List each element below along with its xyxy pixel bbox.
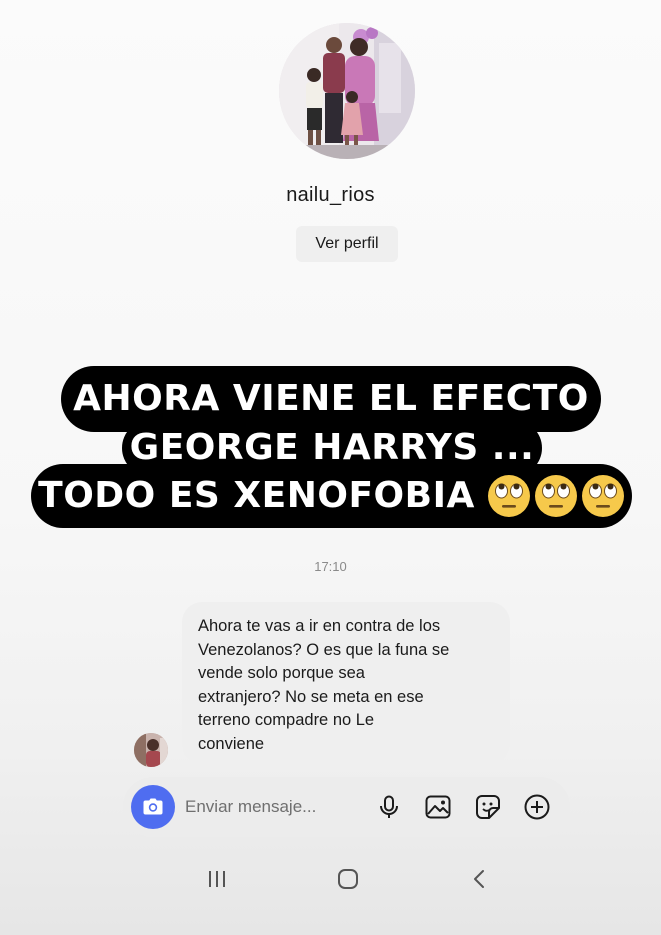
caption-text-1: AHORA VIENE EL EFECTO xyxy=(73,378,589,419)
caption-text-3: TODO ES XENOFOBIA xyxy=(38,475,475,516)
rolling-eyes-emoji-icon xyxy=(581,474,625,518)
message-line: extranjero? No se meta en ese xyxy=(198,687,424,706)
profile-avatar[interactable] xyxy=(279,23,415,159)
profile-username: nailu_rios xyxy=(286,184,375,206)
dm-thread-screen: nailu_rios Ver perfil AHORA VIENE EL EFE… xyxy=(0,0,661,935)
message-line: terreno compadre no Le xyxy=(198,711,375,729)
gallery-icon xyxy=(425,795,451,819)
sender-photo xyxy=(134,733,168,767)
message-composer xyxy=(123,777,570,837)
sticker-icon xyxy=(476,795,500,819)
rolling-eyes-emoji-icon xyxy=(534,474,578,518)
caption-line-3: TODO ES XENOFOBIA xyxy=(31,464,632,528)
message-timestamp: 17:10 xyxy=(314,559,347,574)
rolling-eyes-emoji-icon xyxy=(487,474,531,518)
recent-apps-icon xyxy=(209,871,225,887)
microphone-icon xyxy=(380,795,398,818)
camera-button[interactable] xyxy=(131,785,175,829)
received-message-bubble[interactable]: Ahora te vas a ir en contra de los Venez… xyxy=(182,602,510,764)
message-line: Venezolanos? O es que la funa se xyxy=(198,640,450,659)
gallery-button[interactable] xyxy=(423,792,453,822)
sender-avatar[interactable] xyxy=(134,733,168,767)
emoji-group xyxy=(487,474,625,518)
voice-message-button[interactable] xyxy=(374,792,404,822)
recent-apps-button[interactable] xyxy=(197,862,237,896)
profile-photo xyxy=(279,23,415,159)
message-line: vende solo porque sea xyxy=(198,664,365,682)
more-options-button[interactable] xyxy=(522,792,552,822)
back-icon xyxy=(474,870,484,888)
caption-text-2: GEORGE HARRYS ... xyxy=(129,427,535,468)
sticker-button[interactable] xyxy=(473,792,503,822)
view-profile-button[interactable]: Ver perfil xyxy=(296,226,398,262)
camera-icon xyxy=(143,798,163,815)
back-button[interactable] xyxy=(460,862,500,896)
message-line: conviene xyxy=(198,734,265,753)
home-icon xyxy=(338,869,358,889)
plus-icon xyxy=(524,794,550,820)
home-button[interactable] xyxy=(328,862,368,896)
message-input[interactable] xyxy=(185,791,365,823)
message-line: Ahora te vas a ir en contra de los xyxy=(198,617,441,635)
